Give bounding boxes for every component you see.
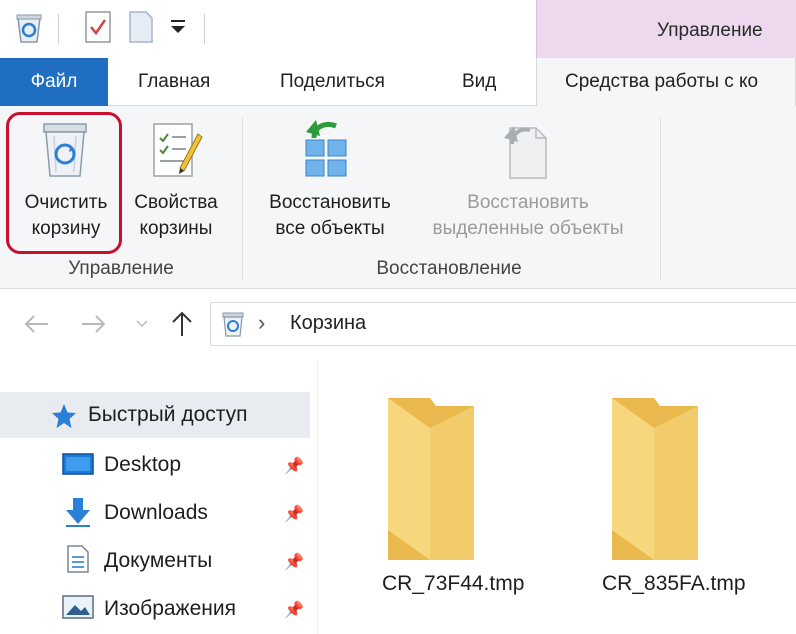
recycle-bin-address-icon (222, 312, 244, 337)
restore-all-icon (305, 120, 347, 177)
breadcrumb-location[interactable]: Корзина (290, 312, 366, 335)
downloads-label: Downloads (104, 501, 208, 524)
tab-view[interactable]: Вид (462, 58, 496, 106)
desktop-icon (62, 453, 94, 475)
qa-separator (58, 14, 59, 44)
restore-selected-button[interactable]: Восстановить выделенные объекты (410, 114, 646, 252)
group-separator (242, 118, 243, 280)
highlight-frame (6, 112, 122, 254)
properties-icon (153, 123, 203, 177)
pictures-icon (62, 595, 94, 619)
file-name: CR_835FA.tmp (602, 572, 746, 595)
restore-selected-label-line1: Восстановить (467, 192, 589, 213)
desktop-label: Desktop (104, 453, 182, 476)
breadcrumb-separator[interactable]: › (258, 310, 265, 336)
tab-home[interactable]: Главная (138, 58, 210, 106)
restore-selected-label-line2: выделенные объекты (432, 218, 624, 239)
recycle-bin-small-icon[interactable] (14, 12, 44, 44)
pin-icon[interactable]: 📌 (284, 600, 304, 620)
quick-access-label: Быстрый доступ (88, 403, 248, 426)
qa-separator (204, 14, 205, 44)
file-item[interactable]: CR_835FA.tmp (586, 380, 766, 600)
up-arrow-icon[interactable] (170, 310, 194, 338)
file-item[interactable]: CR_73F44.tmp (360, 380, 540, 600)
quick-access-star-icon (52, 404, 76, 428)
folder-icon (612, 398, 698, 560)
restore-all-label-line1: Восстановить (269, 192, 391, 213)
properties-small-icon[interactable] (84, 10, 112, 44)
group-separator (660, 118, 661, 280)
new-document-small-icon[interactable] (128, 10, 154, 44)
documents-icon (67, 545, 89, 573)
restore-all-label-line2: все объекты (275, 218, 385, 239)
group-label-manage: Управление (68, 258, 174, 279)
file-name: CR_73F44.tmp (382, 572, 525, 595)
restore-selected-icon (504, 126, 547, 179)
bin-properties-label-line1: Свойства (134, 192, 218, 213)
folder-icon (388, 398, 474, 560)
pictures-label: Изображения (104, 597, 236, 620)
group-label-restore: Восстановление (376, 258, 522, 279)
pin-icon[interactable]: 📌 (284, 456, 304, 476)
tab-recycle-bin-tools[interactable]: Средства работы с ко (536, 58, 796, 107)
context-tab-header: Управление (536, 0, 796, 58)
restore-all-button[interactable]: Восстановить все объекты (252, 114, 408, 252)
customize-toolbar-icon[interactable] (168, 18, 188, 36)
forward-arrow-icon[interactable] (80, 312, 108, 336)
recent-locations-chevron-icon[interactable] (134, 318, 150, 330)
tab-share[interactable]: Поделиться (280, 58, 385, 106)
pin-icon[interactable]: 📌 (284, 504, 304, 524)
pin-icon[interactable]: 📌 (284, 552, 304, 572)
bin-properties-label-line2: корзины (139, 218, 213, 239)
tab-file[interactable]: Файл (0, 58, 108, 106)
recycle-bin-properties-button[interactable]: Свойства корзины (124, 114, 228, 252)
documents-label: Документы (104, 549, 213, 572)
downloads-icon (66, 498, 90, 527)
back-arrow-icon[interactable] (22, 312, 50, 336)
